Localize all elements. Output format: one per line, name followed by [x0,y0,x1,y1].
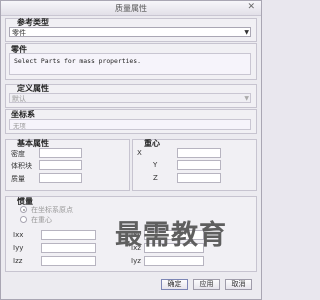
ixx-field[interactable] [41,230,96,240]
reference-type-select[interactable]: 零件 ▼ [9,27,251,37]
coordinate-system-value: 无项 [13,122,26,130]
iyy-field[interactable] [41,243,96,253]
centroid-label: 重心 [144,139,160,148]
iyy-label: Iyy [13,244,24,252]
density-field[interactable] [39,148,82,158]
close-icon[interactable]: ✕ [247,2,255,12]
density-label: 密度 [11,150,25,158]
radio-at-origin-label: 在坐标系原点 [31,206,73,214]
iyz-label: Iyz [131,257,141,265]
chevron-down-icon: ▼ [244,95,249,102]
mass-field[interactable] [39,173,82,183]
radio-at-centroid[interactable] [20,216,27,223]
centroid-x-label: X [137,149,142,157]
reference-type-value: 零件 [12,29,26,37]
ok-button[interactable]: 确定 [161,279,188,290]
definition-select[interactable]: 默认 ▼ [9,93,251,103]
apply-button[interactable]: 应用 [193,279,220,290]
izz-label: Izz [13,257,23,265]
mass-label: 质量 [11,175,25,183]
watermark-text: 最需教育 [115,220,227,251]
centroid-x-field[interactable] [177,148,221,158]
title-bar: 质量属性 ✕ [1,1,261,16]
part-selection-message: Select Parts for mass properties. [14,57,141,65]
centroid-y-field[interactable] [177,160,221,170]
radio-at-centroid-label: 在重心 [31,216,52,224]
dialog-title: 质量属性 [115,4,147,13]
part-selection-box[interactable]: Select Parts for mass properties. [9,53,251,75]
centroid-z-label: Z [153,174,158,182]
centroid-z-field[interactable] [177,173,221,183]
definition-value: 默认 [12,95,26,103]
ixx-label: Ixx [13,231,24,239]
volume-label: 体积块 [11,162,32,170]
cancel-button[interactable]: 取消 [225,279,252,290]
izz-field[interactable] [41,256,96,266]
mass-properties-dialog: 质量属性 ✕ 参考类型 零件 ▼ 零件 Select Parts for mas… [0,0,262,300]
iyz-field[interactable] [144,256,204,266]
coordinate-system-field[interactable]: 无项 [9,119,251,130]
centroid-y-label: Y [153,161,158,169]
radio-at-origin[interactable] [20,206,27,213]
chevron-down-icon: ▼ [244,29,249,36]
volume-field[interactable] [39,160,82,170]
